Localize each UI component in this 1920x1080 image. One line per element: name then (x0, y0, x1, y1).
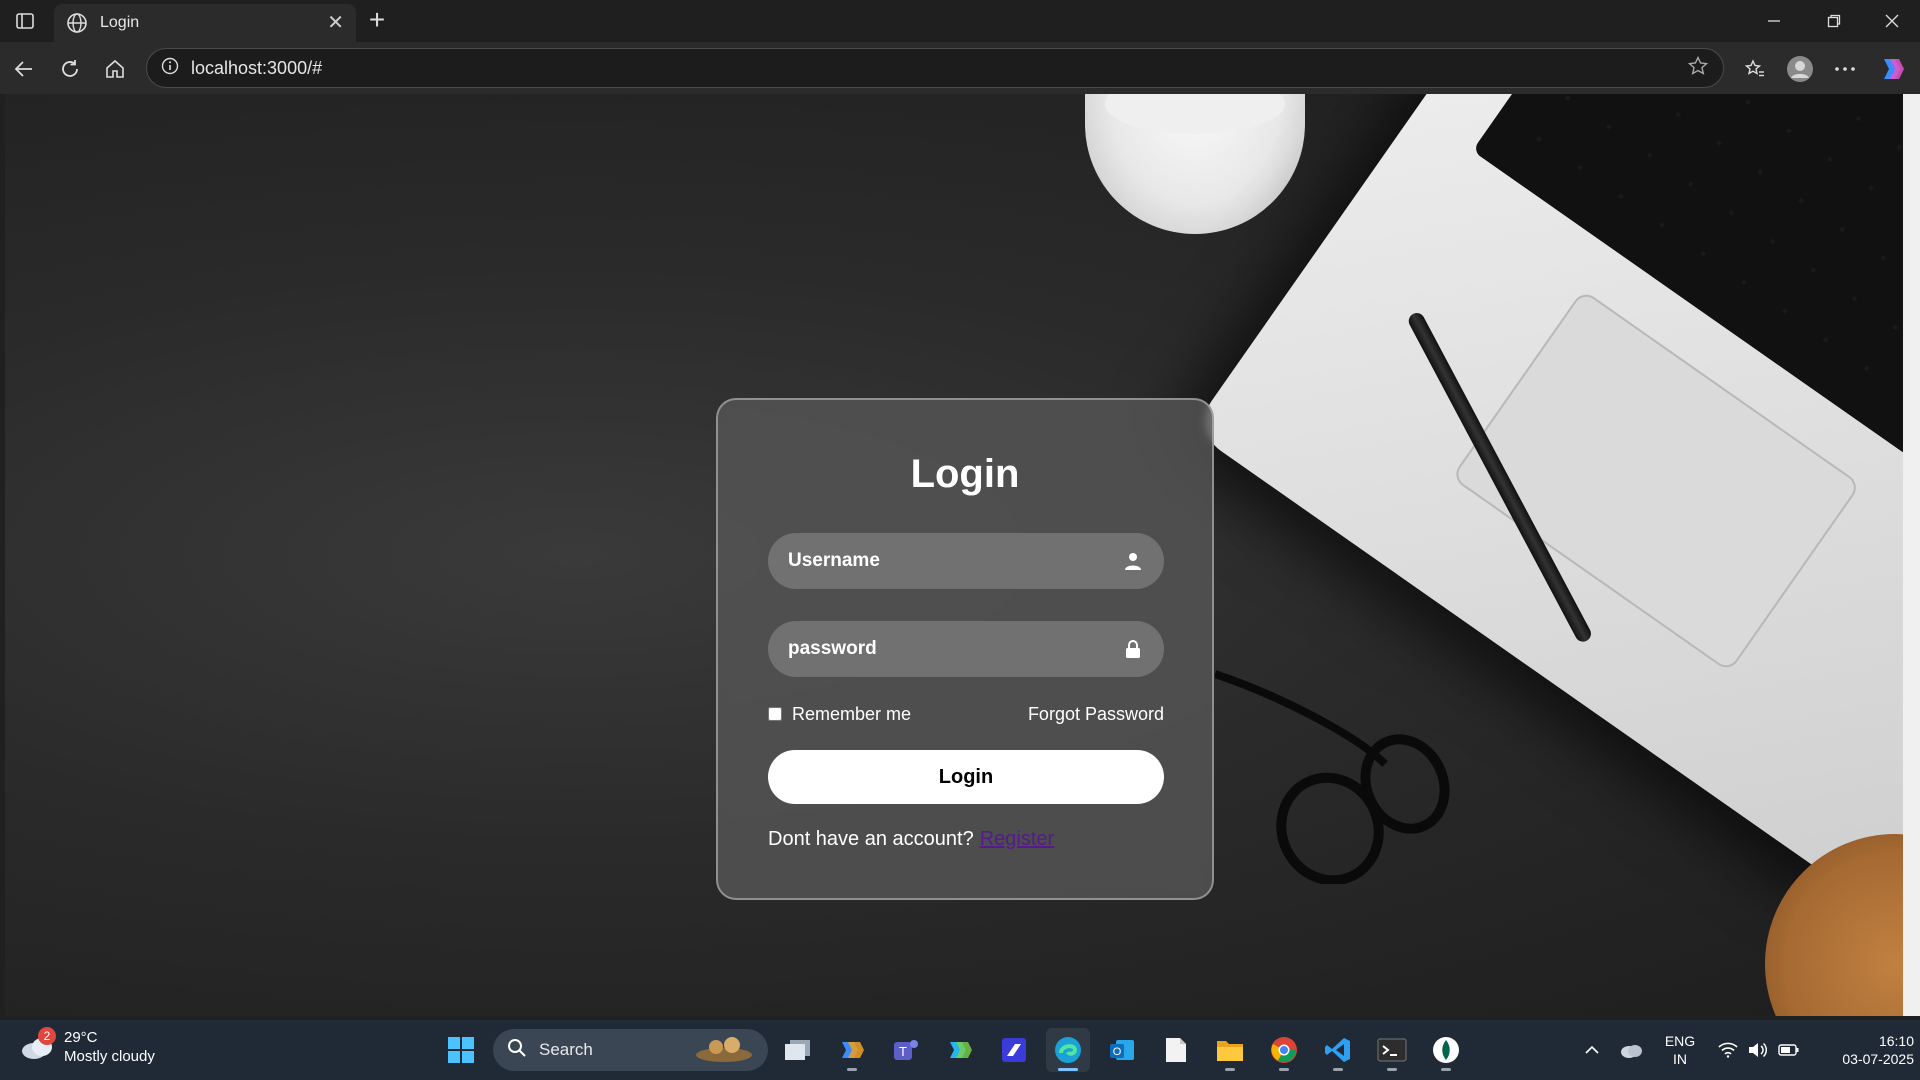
time-text: 16:10 (1878, 1033, 1914, 1049)
login-button[interactable]: Login (768, 750, 1164, 804)
task-view-icon[interactable] (776, 1028, 820, 1072)
forgot-password-link[interactable]: Forgot Password (1028, 704, 1164, 725)
date-text: 03-07-2025 (1842, 1051, 1914, 1067)
signup-prompt: Dont have an account? Register (768, 828, 1054, 851)
browser-toolbar: localhost:3000/# (0, 42, 1920, 94)
chrome-icon[interactable] (1262, 1028, 1306, 1072)
login-card: Login Remember me Forgot Password Login … (716, 398, 1214, 900)
weather-widget[interactable]: 2 29°C Mostly cloudy (20, 1027, 155, 1066)
weather-condition-text: Mostly cloudy (64, 1048, 155, 1065)
file-explorer-icon[interactable] (1208, 1028, 1252, 1072)
home-icon[interactable] (97, 51, 133, 87)
page-viewport: Login Remember me Forgot Password Login … (5, 94, 1903, 1016)
copilot-app-icon[interactable] (830, 1028, 874, 1072)
search-icon (507, 1038, 527, 1063)
glasses-image (1215, 670, 1450, 884)
favorite-star-icon[interactable] (1687, 55, 1709, 82)
url-text[interactable]: localhost:3000/# (191, 58, 1687, 79)
volume-icon[interactable] (1744, 1020, 1772, 1080)
taskbar-search[interactable]: Search (493, 1029, 768, 1071)
more-options-icon[interactable] (1827, 51, 1863, 87)
back-arrow-icon[interactable] (6, 51, 42, 87)
profile-avatar-icon[interactable] (1782, 51, 1818, 87)
weather-badge: 2 (38, 1027, 56, 1045)
taskbar: 2 29°C Mostly cloudy Search T O ENG IN 1… (0, 1020, 1920, 1080)
svg-text:O: O (1113, 1046, 1122, 1058)
globe-icon (66, 12, 88, 34)
register-link[interactable]: Register (980, 828, 1054, 850)
language-region: IN (1673, 1051, 1687, 1067)
options-row: Remember me Forgot Password (768, 701, 1164, 727)
tab-actions-icon[interactable] (8, 6, 42, 36)
minimize-icon[interactable] (1746, 0, 1802, 42)
vscode-icon[interactable] (1316, 1028, 1360, 1072)
m365-icon[interactable] (938, 1028, 982, 1072)
site-info-icon[interactable] (161, 57, 179, 80)
cloud-icon: 2 (20, 1027, 56, 1061)
search-highlight-icon (694, 1033, 754, 1068)
login-heading: Login (910, 452, 1020, 496)
battery-icon[interactable] (1774, 1020, 1804, 1080)
language-indicator[interactable]: ENG IN (1652, 1032, 1708, 1068)
chevron-up-icon[interactable] (1578, 1020, 1606, 1080)
signup-text: Dont have an account? (768, 828, 974, 850)
password-input[interactable] (788, 638, 1122, 660)
clock[interactable]: 16:10 03-07-2025 (1808, 1032, 1914, 1068)
address-bar[interactable]: localhost:3000/# (146, 48, 1724, 88)
outlook-icon[interactable]: O (1100, 1028, 1144, 1072)
terminal-icon[interactable] (1370, 1028, 1414, 1072)
wifi-icon[interactable] (1714, 1020, 1742, 1080)
language-code: ENG (1664, 1033, 1696, 1049)
remember-checkbox[interactable] (768, 707, 782, 721)
mongodb-compass-icon[interactable] (1424, 1028, 1468, 1072)
search-label: Search (539, 1040, 593, 1059)
restore-icon[interactable] (1806, 0, 1862, 42)
tab-title: Login (100, 14, 140, 31)
favorites-icon[interactable] (1737, 51, 1773, 87)
refresh-icon[interactable] (52, 51, 88, 87)
cork-coaster-image (1765, 834, 1903, 1016)
username-input[interactable] (788, 550, 1122, 572)
teams-icon[interactable]: T (884, 1028, 928, 1072)
start-button[interactable] (439, 1028, 483, 1072)
user-icon (1122, 550, 1144, 572)
remember-label: Remember me (792, 703, 912, 724)
copilot-icon[interactable] (1874, 51, 1910, 87)
edge-icon[interactable] (1046, 1028, 1090, 1072)
browser-tab[interactable]: Login ✕ (54, 4, 356, 42)
svg-text:T: T (899, 1044, 907, 1059)
tab-close-icon[interactable]: ✕ (327, 13, 344, 33)
temperature-text: 29°C (64, 1029, 98, 1046)
visual-studio-icon[interactable] (992, 1028, 1036, 1072)
username-field[interactable] (768, 533, 1164, 589)
remember-me[interactable]: Remember me (768, 704, 911, 725)
page-scrollbar[interactable] (1903, 94, 1920, 1016)
new-tab-button[interactable]: + (362, 6, 392, 36)
browser-titlebar: Login ✕ + (0, 0, 1920, 42)
onedrive-icon[interactable] (1616, 1020, 1646, 1080)
coffee-mug-image (1085, 94, 1305, 234)
password-field[interactable] (768, 621, 1164, 677)
notepad-icon[interactable] (1154, 1028, 1198, 1072)
lock-icon (1122, 638, 1144, 660)
close-window-icon[interactable] (1864, 0, 1920, 42)
